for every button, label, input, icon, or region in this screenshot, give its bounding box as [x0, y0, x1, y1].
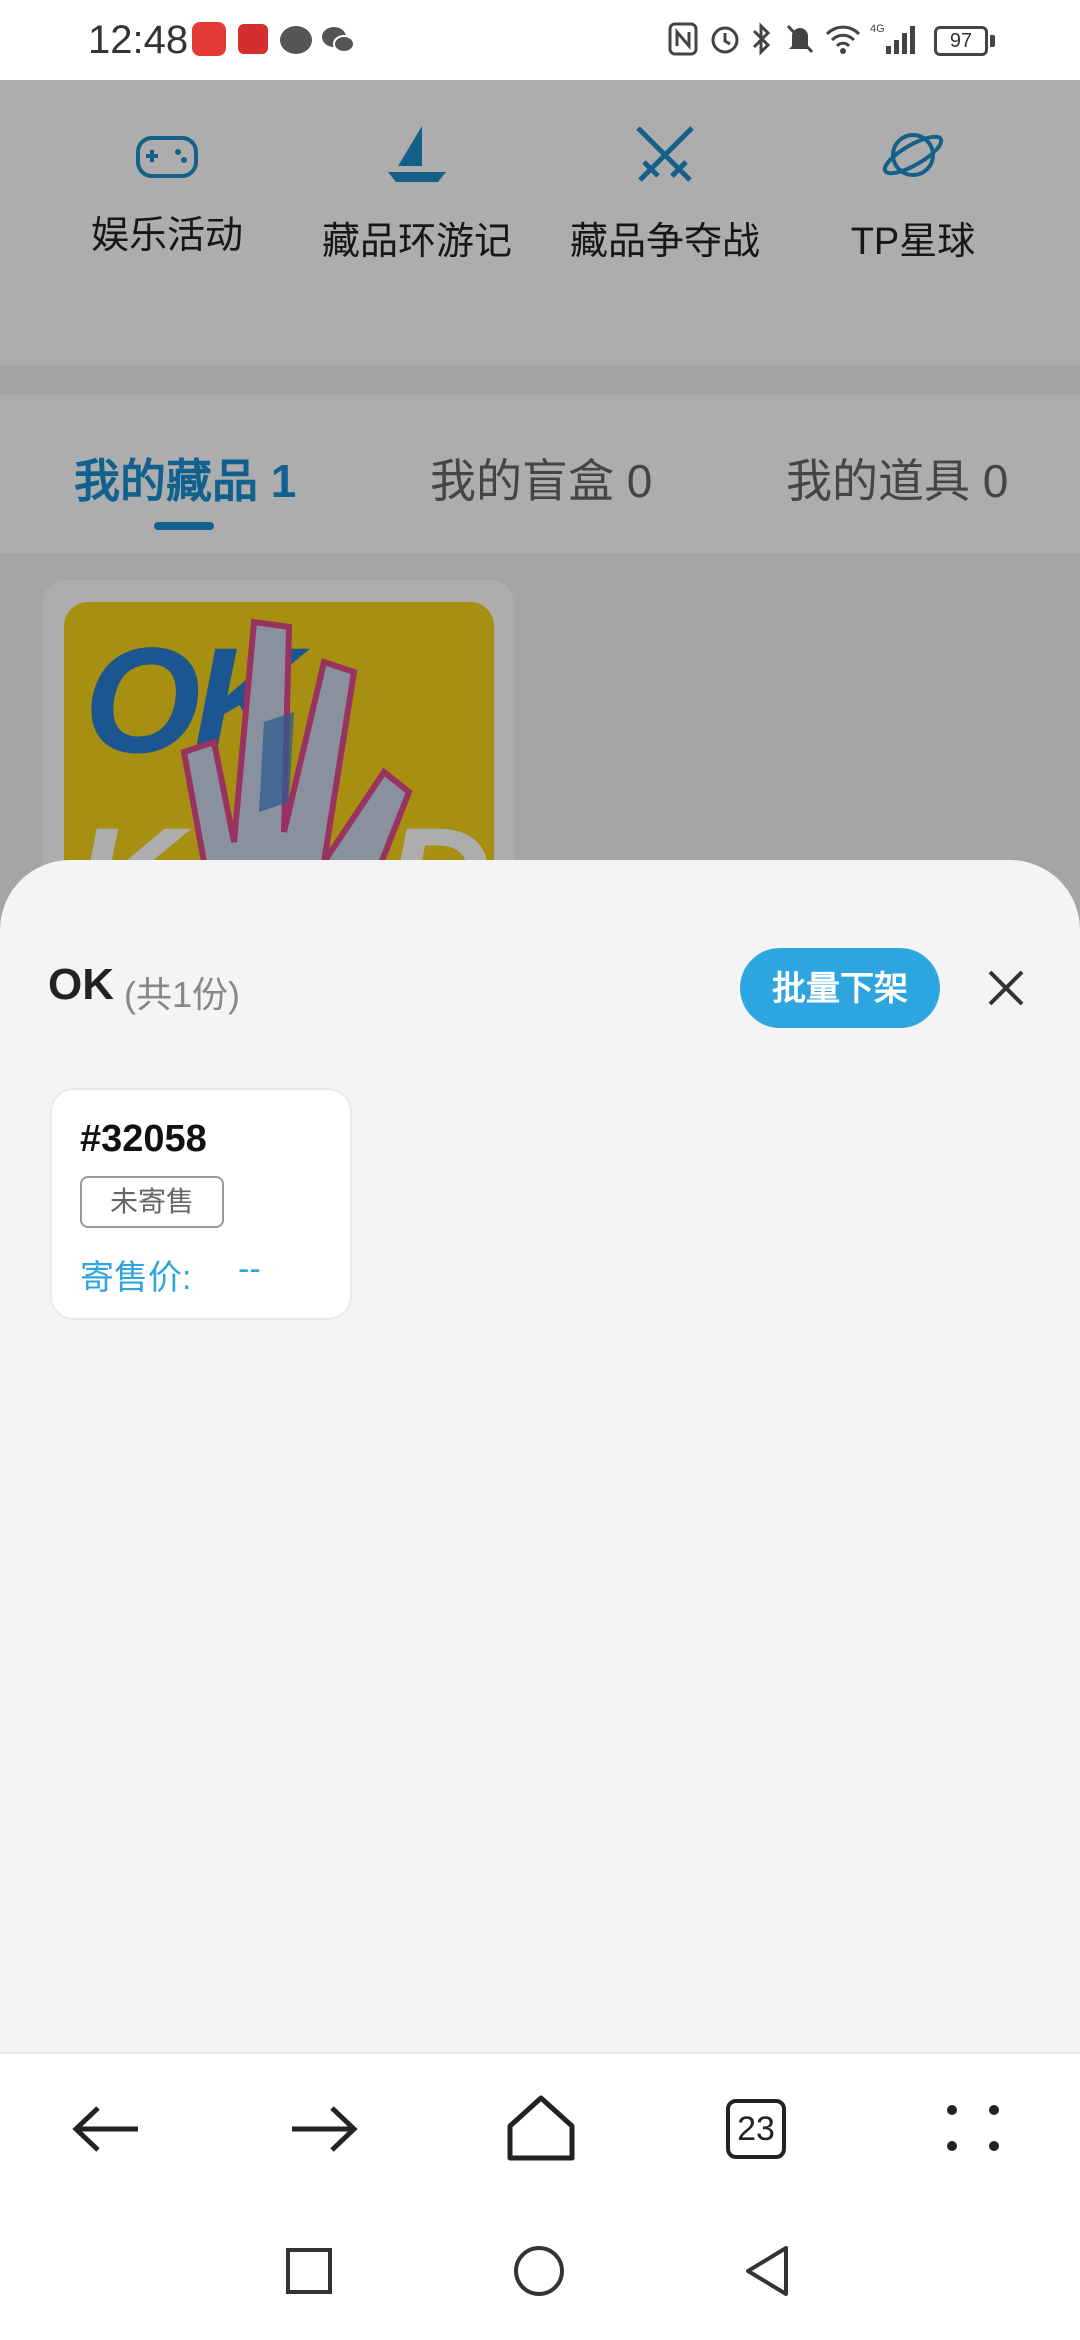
- status-time: 12:48: [88, 18, 189, 62]
- status-bar: 12:48 4G 97: [0, 0, 1080, 80]
- mute-icon: [784, 22, 816, 61]
- svg-text:4G: 4G: [870, 23, 885, 35]
- close-icon[interactable]: [982, 964, 1030, 1012]
- more-icon[interactable]: [928, 2084, 1018, 2174]
- recent-apps-icon[interactable]: [274, 2236, 344, 2306]
- message-icon: [280, 26, 312, 54]
- tabs-count: 23: [726, 2099, 786, 2159]
- item-number: #32058: [80, 1118, 207, 1160]
- huawei-app-icon: [192, 22, 226, 56]
- battery-icon: 97: [934, 26, 988, 56]
- nfc-icon: [668, 22, 698, 61]
- back-triangle-icon[interactable]: [734, 2236, 804, 2306]
- batch-delist-button[interactable]: 批量下架: [740, 948, 940, 1028]
- home-circle-icon[interactable]: [504, 2236, 574, 2306]
- browser-toolbar: 23: [0, 2052, 1080, 2202]
- tabs-icon[interactable]: 23: [726, 2099, 816, 2189]
- price-value: --: [238, 1250, 261, 1288]
- wifi-icon: [824, 22, 862, 61]
- signal-4g-icon: 4G: [868, 22, 920, 61]
- app-icon: [236, 22, 270, 56]
- wechat-icon: [320, 24, 356, 61]
- bluetooth-icon: [750, 22, 774, 61]
- sheet-title: OK: [48, 960, 114, 1009]
- status-badge: 未寄售: [80, 1176, 224, 1228]
- alarm-icon: [708, 22, 742, 61]
- price-label: 寄售价:: [80, 1259, 192, 1297]
- battery-cap: [990, 35, 995, 47]
- sheet-count: (共1份): [124, 974, 240, 1015]
- forward-arrow-icon[interactable]: [278, 2084, 368, 2174]
- system-nav-bar: [0, 2202, 1080, 2340]
- bottom-sheet: OK (共1份) 批量下架 #32058 未寄售 寄售价: --: [0, 860, 1080, 2052]
- home-icon[interactable]: [496, 2084, 586, 2174]
- back-arrow-icon[interactable]: [62, 2084, 152, 2174]
- item-card[interactable]: #32058 未寄售 寄售价: --: [50, 1088, 352, 1320]
